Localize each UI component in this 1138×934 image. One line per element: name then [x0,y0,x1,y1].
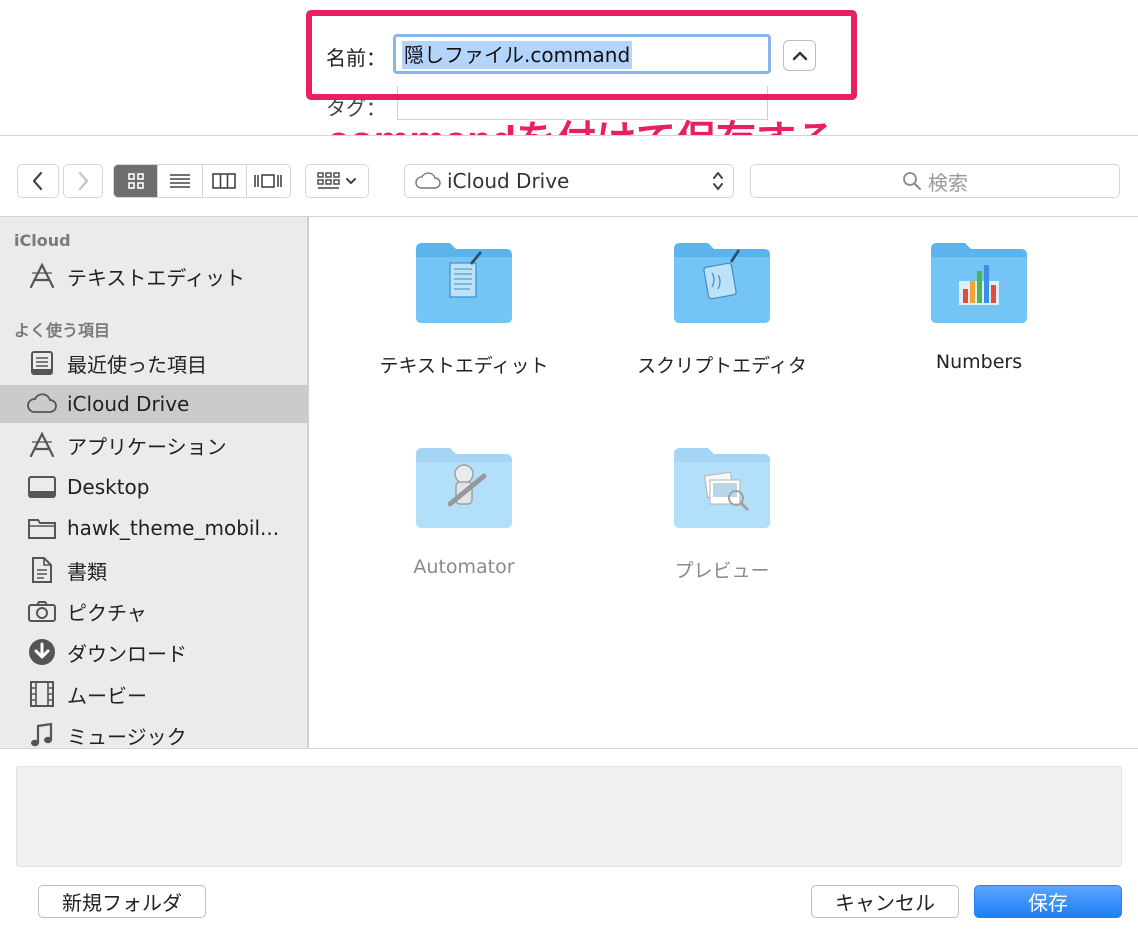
file-name: テキストエディット [379,355,549,377]
cloud-icon [27,389,57,419]
location-popup[interactable]: iCloud Drive [404,164,734,198]
file-item-automator: Automator [344,446,584,578]
accessory-panel [16,766,1122,867]
file-name: Automator [413,556,515,578]
sidebar-item-label: テキストエディット [67,265,245,290]
save-button[interactable]: 保存 [974,885,1122,918]
sidebar-item-label: 最近使った項目 [67,352,207,377]
sidebar-item-textedit[interactable]: テキストエディット [0,257,307,295]
sidebar-item-downloads[interactable]: ダウンロード [0,633,307,671]
sidebar-item-music[interactable]: ミュージック [0,716,307,748]
sidebar-item-label: Desktop [67,475,150,499]
folder-icon [27,513,57,543]
view-mode-control [113,164,291,198]
toolbar: iCloud Drive 検索 [0,136,1138,216]
location-label: iCloud Drive [447,169,570,193]
file-name: プレビュー [674,560,770,582]
search-placeholder: 検索 [928,170,968,195]
sidebar-item-label: iCloud Drive [67,392,190,416]
camera-icon [27,596,57,626]
music-icon [27,720,57,748]
sidebar-item-label: ダウンロード [67,641,187,666]
sidebar-item-label: アプリケーション [67,434,227,459]
list-view-button[interactable] [158,165,203,197]
name-tag-area: 名前： 隠しファイル.command タグ： .commandを付けて保存する [0,0,1138,163]
sidebar-item-pictures[interactable]: ピクチャ [0,592,307,630]
arrange-button[interactable] [305,164,369,198]
film-icon [27,679,57,709]
column-view-button[interactable] [202,165,247,197]
sidebar-item-documents[interactable]: 書類 [0,551,307,589]
sidebar-item-recents[interactable]: 最近使った項目 [0,344,307,382]
search-input[interactable]: 検索 [750,164,1120,198]
sidebar-item-label: 書類 [67,559,107,584]
sidebar: iCloud テキストエディット よく使う項目 最近使った項目 iCloud D… [0,217,307,748]
file-item-textedit[interactable]: テキストエディット [344,241,584,378]
sidebar-item-icloud-drive[interactable]: iCloud Drive [0,385,307,423]
file-item-preview: プレビュー [602,446,842,583]
sidebar-section-favorites: よく使う項目 [14,321,111,340]
file-item-numbers[interactable]: Numbers [859,241,1099,373]
updown-chevron-icon [713,172,723,190]
sidebar-item-folder[interactable]: hawk_theme_mobil... [0,509,307,547]
coverflow-icon [254,174,283,188]
search-icon [903,172,921,190]
sidebar-section-icloud: iCloud [14,231,71,250]
textedit-folder-icon [416,243,512,323]
script-editor-folder-icon [674,243,770,323]
grid-icon [127,173,144,189]
back-button[interactable] [17,164,59,198]
columns-icon [212,173,236,189]
list-icon [169,174,190,188]
cancel-button[interactable]: キャンセル [811,885,959,918]
chevron-right-icon [78,171,89,191]
annotation-highlight-box [306,10,857,100]
sidebar-item-label: ミュージック [67,724,187,749]
coverflow-view-button[interactable] [246,165,290,197]
recents-icon [27,348,57,378]
numbers-folder-icon [931,243,1027,323]
preview-folder-icon [674,448,770,528]
file-name: Numbers [935,351,1023,373]
download-icon [27,637,57,667]
icon-view-button[interactable] [114,165,159,197]
sidebar-item-movies[interactable]: ムービー [0,675,307,713]
desktop-icon [27,472,57,502]
arrange-grid-icon [317,172,340,189]
sidebar-item-desktop[interactable]: Desktop [0,468,307,506]
file-item-script-editor[interactable]: スクリプトエディタ [602,241,842,378]
file-name: スクリプトエディタ [637,355,807,377]
new-folder-button[interactable]: 新規フォルダ [38,885,206,918]
sidebar-item-label: ムービー [67,683,147,708]
automator-folder-icon [416,448,512,528]
forward-button[interactable] [63,164,103,198]
chevron-left-icon [32,171,43,191]
chevron-down-icon [346,178,356,184]
sidebar-item-applications[interactable]: アプリケーション [0,426,307,464]
app-icon [27,430,57,460]
cloud-icon [415,172,441,189]
file-browser: テキストエディット スクリプトエディタ Numbers Automator プレ… [309,217,1138,748]
app-icon [27,261,57,291]
sidebar-item-label: hawk_theme_mobil... [67,516,280,540]
bottom-bar: 新規フォルダ キャンセル 保存 [0,749,1138,934]
document-icon [27,555,57,585]
sidebar-item-label: ピクチャ [67,600,147,625]
